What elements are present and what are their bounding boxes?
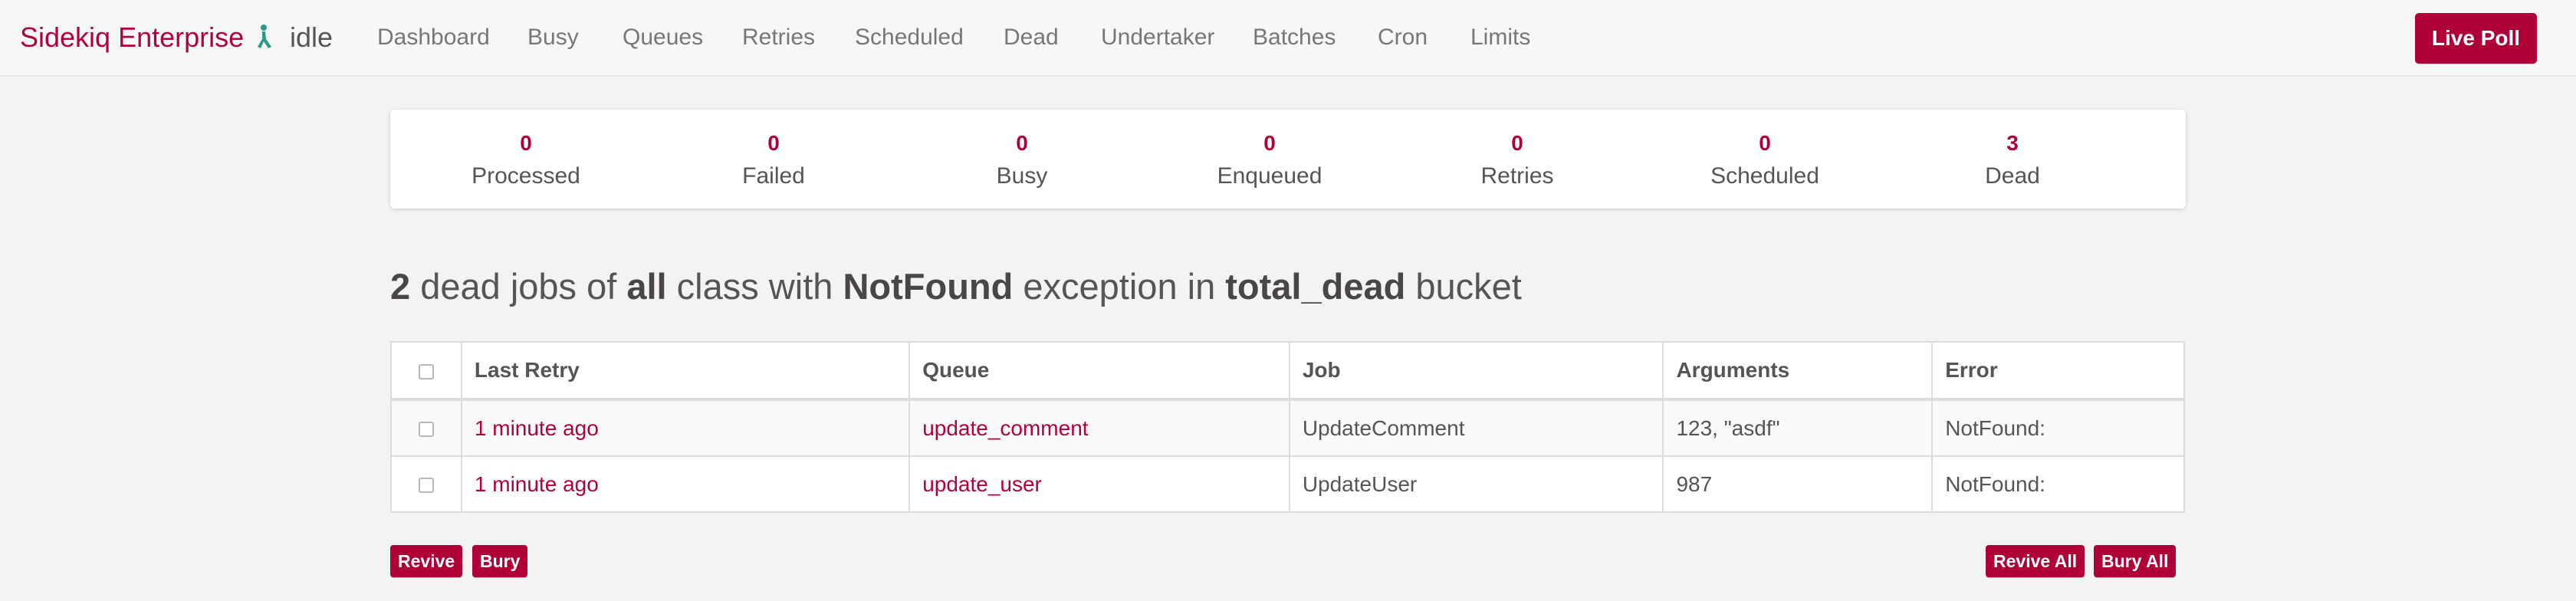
navbar: Sidekiq Enterprise idle Dashboard Busy Q… [0,0,2576,77]
stat-retries[interactable]: 0 Retries [1402,131,1632,189]
column-header-job: Job [1288,341,1664,400]
brand-name: Sidekiq Enterprise [20,21,245,53]
error-cell: NotFound: [1931,399,2185,457]
job-cell: UpdateUser [1288,455,1664,513]
sidekiq-logo-icon [253,24,276,51]
bury-all-button[interactable]: Bury All [2094,545,2177,577]
heading-text-1: dead jobs of [410,266,627,307]
stat-label: Dead [1985,163,2040,189]
row-checkbox[interactable] [418,422,434,438]
stat-value: 3 [2006,131,2019,155]
dead-count: 2 [390,266,411,307]
column-header-error: Error [1931,341,2185,400]
revive-all-button[interactable]: Revive All [1986,545,2085,577]
stat-label: Enqueued [1217,163,1322,189]
live-poll-button[interactable]: Live Poll [2415,13,2537,64]
select-all-checkbox[interactable] [418,363,434,379]
brand-link[interactable]: Sidekiq Enterprise [20,21,276,54]
nav-queues[interactable]: Queues [623,25,703,51]
nav-scheduled[interactable]: Scheduled [855,25,964,51]
stat-value: 0 [1016,131,1028,155]
stat-busy[interactable]: 0 Busy [907,131,1137,189]
last-retry-link[interactable]: 1 minute ago [475,472,599,496]
nav-batches[interactable]: Batches [1253,25,1336,51]
stat-value: 0 [520,131,532,155]
nav-busy[interactable]: Busy [527,25,579,51]
summary-stats-bar: 0 Processed 0 Failed 0 Busy 0 Enqueued 0… [390,110,2186,209]
stat-value: 0 [1263,131,1276,155]
page-title: 2 dead jobs of all class with NotFound e… [390,265,1522,307]
exception-filter: NotFound [843,266,1014,307]
heading-text-3: exception in [1013,266,1226,307]
last-retry-cell: 1 minute ago [460,399,911,457]
stat-label: Scheduled [1710,163,1819,189]
queue-cell: update_user [909,455,1290,513]
stat-scheduled[interactable]: 0 Scheduled [1650,131,1880,189]
nav-dashboard[interactable]: Dashboard [377,25,490,51]
table-row: 1 minute ago update_user UpdateUser 987 … [390,455,2185,513]
select-all-cell [390,341,462,400]
nav-undertaker[interactable]: Undertaker [1101,25,1214,51]
arguments-cell: 987 [1662,455,1934,513]
queue-cell: update_comment [909,399,1290,457]
last-retry-link[interactable]: 1 minute ago [475,416,599,440]
heading-text-2: class with [666,266,843,307]
stat-label: Busy [996,163,1048,189]
dead-jobs-table: Last Retry Queue Job Arguments Error 1 m… [390,341,2185,513]
stat-dead[interactable]: 3 Dead [1898,131,2128,189]
bucket-name: total_dead [1225,266,1406,307]
nav-retries[interactable]: Retries [742,25,815,51]
table-header-row: Last Retry Queue Job Arguments Error [390,341,2185,400]
stat-enqueued[interactable]: 0 Enqueued [1155,131,1385,189]
nav-dead[interactable]: Dead [1004,25,1059,51]
error-cell: NotFound: [1931,455,2185,513]
table-row: 1 minute ago update_comment UpdateCommen… [390,399,2185,457]
queue-link[interactable]: update_comment [922,416,1088,440]
revive-button[interactable]: Revive [390,545,463,577]
last-retry-cell: 1 minute ago [460,455,911,513]
nav-limits[interactable]: Limits [1470,25,1530,51]
column-header-arguments: Arguments [1662,341,1934,400]
stat-value: 0 [1511,131,1523,155]
job-cell: UpdateComment [1288,399,1664,457]
stat-failed[interactable]: 0 Failed [659,131,889,189]
column-header-queue: Queue [909,341,1290,400]
job-class-filter: all [626,266,667,307]
stat-label: Failed [742,163,805,189]
heading-text-4: bucket [1405,266,1522,307]
queue-link[interactable]: update_user [922,472,1042,496]
bury-button[interactable]: Bury [472,545,528,577]
row-select-cell [390,455,462,513]
arguments-cell: 123, "asdf" [1662,399,1934,457]
stat-processed[interactable]: 0 Processed [411,131,641,189]
status-indicator: idle [290,21,334,53]
column-header-last-retry: Last Retry [460,341,911,400]
row-checkbox[interactable] [418,478,434,494]
stat-label: Processed [472,163,580,189]
nav-cron[interactable]: Cron [1378,25,1428,51]
stat-label: Retries [1480,163,1554,189]
stat-value: 0 [1759,131,1771,155]
row-select-cell [390,399,462,457]
stat-value: 0 [767,131,780,155]
